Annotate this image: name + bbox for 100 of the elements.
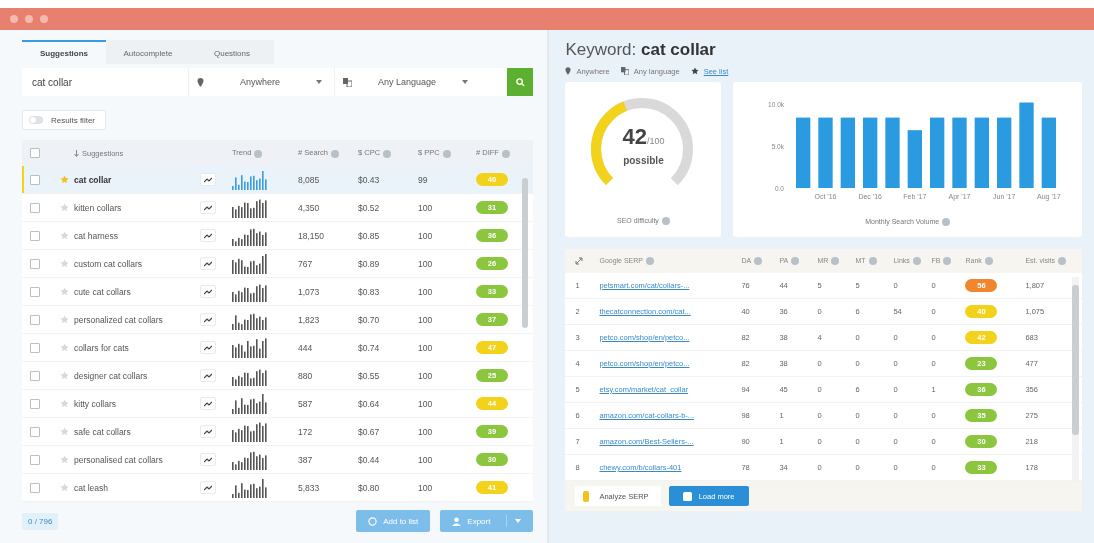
difficulty-verdict: possible <box>622 155 665 166</box>
search-field[interactable]: cat collar <box>22 76 182 88</box>
scrollbar[interactable] <box>1072 277 1079 482</box>
checkbox[interactable] <box>30 454 40 465</box>
trend-button[interactable] <box>200 481 216 494</box>
trend-button[interactable] <box>200 173 216 186</box>
checkbox[interactable] <box>30 174 40 185</box>
info-icon[interactable] <box>331 149 340 158</box>
keyword-cell-text: collars for cats <box>74 342 130 353</box>
results-filter-toggle[interactable]: Results filter <box>22 110 106 130</box>
cpc-cell-text: $0.89 <box>358 258 381 269</box>
info-icon[interactable] <box>791 257 800 266</box>
star-icon <box>690 67 699 75</box>
trend-icon <box>204 456 212 463</box>
ppc-cell-text: 99 <box>418 174 429 185</box>
bar[interactable] <box>907 130 922 188</box>
search-volume-cell-text: 767 <box>298 258 314 269</box>
trend-sparkline <box>232 393 268 414</box>
tab[interactable]: Questions <box>190 40 274 64</box>
trend-button[interactable] <box>200 201 216 214</box>
info-icon[interactable] <box>831 257 840 266</box>
star-icon[interactable] <box>60 315 69 324</box>
expand-icon[interactable] <box>575 257 584 265</box>
checkbox[interactable] <box>30 314 40 325</box>
checkbox[interactable] <box>30 286 40 297</box>
bar[interactable] <box>952 117 967 188</box>
star-icon[interactable] <box>60 427 69 436</box>
info-icon[interactable] <box>661 217 670 225</box>
info-icon[interactable] <box>1058 257 1066 266</box>
cpc-cell-text: $0.67 <box>358 426 381 437</box>
info-icon[interactable] <box>868 257 877 266</box>
star-icon[interactable] <box>60 287 69 296</box>
bar[interactable] <box>818 117 833 188</box>
trend-button[interactable] <box>200 257 216 270</box>
checkbox[interactable] <box>30 202 40 213</box>
bar[interactable] <box>840 117 855 188</box>
star-icon[interactable] <box>60 399 69 408</box>
star-icon[interactable] <box>60 483 69 492</box>
trend-sparkline <box>232 169 268 190</box>
selection-count: 0 / 796 <box>22 512 59 530</box>
info-icon[interactable] <box>646 257 655 266</box>
bar[interactable] <box>996 117 1012 188</box>
trend-icon <box>204 288 212 295</box>
checkbox[interactable] <box>30 426 40 437</box>
info-icon[interactable] <box>984 257 993 266</box>
ppc-cell-text: 100 <box>418 258 434 269</box>
trend-icon <box>204 260 212 267</box>
search-button[interactable] <box>507 68 534 96</box>
trend-icon <box>204 316 212 323</box>
info-icon[interactable] <box>912 257 921 266</box>
keyword-cell-text: cat harness <box>74 230 119 241</box>
cpc-cell-text: $0.74 <box>358 342 381 353</box>
trend-button[interactable] <box>200 425 216 438</box>
bar[interactable] <box>974 117 989 188</box>
trend-sparkline <box>232 477 268 498</box>
trend-button[interactable] <box>200 229 216 242</box>
tab[interactable]: Autocomplete <box>106 40 190 64</box>
trend-button[interactable] <box>200 369 216 382</box>
ppc-cell-text: 100 <box>418 230 434 241</box>
trend-button[interactable] <box>200 453 216 466</box>
ppc-cell-text: 100 <box>418 398 434 409</box>
trend-button[interactable] <box>200 285 216 298</box>
info-icon[interactable] <box>501 149 510 158</box>
checkbox[interactable] <box>30 148 40 158</box>
checkbox[interactable] <box>30 398 40 409</box>
checkbox[interactable] <box>30 230 40 241</box>
cpc-cell-text: $0.64 <box>358 398 381 409</box>
bar[interactable] <box>1019 102 1034 188</box>
star-icon[interactable] <box>60 455 69 464</box>
info-icon[interactable] <box>943 257 952 266</box>
checkbox[interactable] <box>30 342 40 353</box>
star-icon[interactable] <box>60 259 69 268</box>
checkbox[interactable] <box>30 258 40 269</box>
keyword-cell-text: cat collar <box>74 174 113 185</box>
info-icon[interactable] <box>942 218 951 227</box>
sort-arrow-icon[interactable] <box>74 149 79 157</box>
checkbox[interactable] <box>30 482 40 493</box>
keyword-cell-text: personalized cat collars <box>74 314 164 325</box>
star-icon[interactable] <box>60 231 69 240</box>
trend-button[interactable] <box>200 313 216 326</box>
info-icon[interactable] <box>254 149 263 158</box>
user-icon <box>452 516 462 526</box>
bar[interactable] <box>929 117 945 188</box>
star-icon[interactable] <box>60 175 69 184</box>
info-icon[interactable] <box>383 149 392 158</box>
info-icon[interactable] <box>754 257 763 266</box>
checkbox[interactable] <box>30 370 40 381</box>
trend-button[interactable] <box>200 397 216 410</box>
trend-icon <box>204 400 212 407</box>
bar[interactable] <box>795 117 811 188</box>
bar[interactable] <box>1041 117 1056 188</box>
star-icon[interactable] <box>60 203 69 212</box>
bar[interactable] <box>862 117 878 188</box>
trend-button[interactable] <box>200 341 216 354</box>
ppc-cell-text: 100 <box>418 454 434 465</box>
bar[interactable] <box>885 117 900 188</box>
star-icon[interactable] <box>60 343 69 352</box>
search-volume-cell-text: 587 <box>298 398 314 409</box>
info-icon[interactable] <box>442 149 451 158</box>
star-icon[interactable] <box>60 371 69 380</box>
